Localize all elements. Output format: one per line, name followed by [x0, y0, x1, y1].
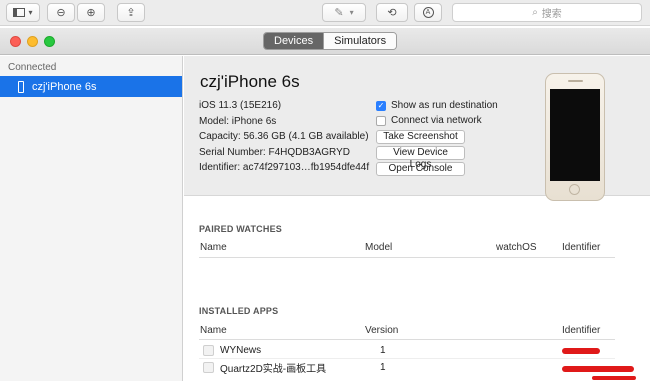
empty-checkbox-icon	[376, 115, 386, 126]
watches-col-name[interactable]: Name	[200, 242, 227, 253]
app-version: 1	[380, 345, 386, 356]
sidebar-toggle-button[interactable]: ▾	[6, 3, 40, 22]
app-icon	[203, 362, 214, 373]
chevron-down-icon: ▾	[28, 8, 33, 17]
run-destination-checkbox[interactable]: ✓ Show as run destination	[376, 98, 498, 113]
pen-button[interactable]: ✎ ▾	[322, 3, 366, 22]
ios-version: iOS 11.3 (15E216)	[199, 100, 282, 111]
tab-devices[interactable]: Devices	[264, 33, 324, 49]
watches-col-watchos[interactable]: watchOS	[496, 242, 537, 253]
table-row[interactable]: WYNews 1	[199, 343, 615, 358]
paired-watches-title: PAIRED WATCHES	[199, 224, 282, 234]
watches-col-identifier[interactable]: Identifier	[562, 242, 600, 253]
app-name: WYNews	[220, 345, 262, 356]
search-placeholder: 搜索	[541, 9, 562, 20]
open-console-button[interactable]: Open Console	[376, 162, 465, 176]
view-device-logs-button[interactable]: View Device Logs	[376, 146, 465, 170]
zoom-out-icon: ⊖	[56, 7, 66, 19]
apps-col-identifier[interactable]: Identifier	[562, 325, 600, 336]
close-window-button[interactable]	[10, 36, 21, 47]
iphone-icon	[18, 80, 24, 93]
watches-col-model[interactable]: Model	[365, 242, 392, 253]
annotate-button[interactable]: A	[414, 3, 442, 22]
sidebar-section-title: Connected	[8, 62, 57, 73]
device-detail-panel: czj'iPhone 6s iOS 11.3 (15E216) Model: i…	[184, 56, 650, 201]
take-screenshot-button[interactable]: Take Screenshot	[376, 130, 465, 144]
app-version: 1	[380, 362, 386, 373]
sidebar-item-device[interactable]: czj'iPhone 6s	[0, 76, 182, 97]
run-destination-label: Show as run destination	[391, 100, 498, 111]
window-titlebar: Devices Simulators	[0, 28, 650, 55]
table-row-partial	[199, 376, 615, 381]
device-capacity: Capacity: 56.36 GB (4.1 GB available)	[199, 131, 369, 142]
rotate-icon: ⟲	[387, 7, 397, 19]
sidebar-item-label: czj'iPhone 6s	[32, 80, 97, 93]
rotate-button[interactable]: ⟲	[376, 3, 408, 22]
search-icon: ⌕	[532, 7, 538, 18]
serial-number: Serial Number: F4HQDB3AGRYD	[199, 146, 350, 158]
home-button-graphic	[569, 184, 580, 195]
divider	[199, 358, 615, 359]
chevron-down-icon: ▾	[349, 8, 354, 17]
checkmark-icon: ✓	[376, 100, 386, 111]
device-identifier: Identifier: ac74f297103…fb1954dfe44f	[199, 162, 370, 173]
zoom-out-button[interactable]: ⊖	[47, 3, 75, 22]
segmented-tabs: Devices Simulators	[263, 32, 398, 50]
sidebar-toggle-icon	[13, 8, 26, 17]
apps-col-name[interactable]: Name	[200, 325, 227, 336]
redaction-mark	[562, 348, 600, 354]
divider	[199, 257, 615, 258]
device-info: iOS 11.3 (15E216) Model: iPhone 6s Capac…	[199, 98, 369, 176]
device-title: czj'iPhone 6s	[200, 72, 300, 91]
app-name: Quartz2D实战-画板工具	[220, 364, 327, 375]
tab-simulators[interactable]: Simulators	[323, 33, 397, 49]
search-field[interactable]: ⌕ 搜索	[452, 3, 642, 22]
annotate-icon: A	[422, 7, 434, 18]
device-options: ✓ Show as run destination Connect via ne…	[376, 98, 498, 176]
zoom-in-icon: ⊕	[86, 7, 96, 19]
app-icon	[203, 345, 214, 356]
connect-network-checkbox[interactable]: Connect via network	[376, 113, 498, 128]
phone-screen	[550, 89, 600, 181]
zoom-window-button[interactable]	[44, 36, 55, 47]
connect-network-label: Connect via network	[391, 115, 482, 126]
main-toolbar: ▾ ⊖ ⊕ ⇪ ✎ ▾ ⟲ A ⌕ 搜索	[0, 0, 650, 26]
table-row[interactable]: Quartz2D实战-画板工具 1	[199, 360, 615, 375]
device-sidebar: Connected czj'iPhone 6s	[0, 56, 183, 381]
device-model: Model: iPhone 6s	[199, 115, 277, 127]
installed-apps-title: INSTALLED APPS	[199, 306, 279, 316]
pen-icon: ✎	[334, 7, 344, 19]
redaction-mark	[562, 366, 634, 372]
apps-col-version[interactable]: Version	[365, 325, 398, 336]
minimize-window-button[interactable]	[27, 36, 38, 47]
redaction-mark	[592, 376, 636, 380]
divider	[199, 339, 615, 340]
share-icon: ⇪	[126, 7, 136, 19]
share-button[interactable]: ⇪	[117, 3, 145, 22]
speaker-grille	[568, 80, 583, 82]
iphone-image	[545, 73, 605, 201]
zoom-in-button[interactable]: ⊕	[77, 3, 105, 22]
